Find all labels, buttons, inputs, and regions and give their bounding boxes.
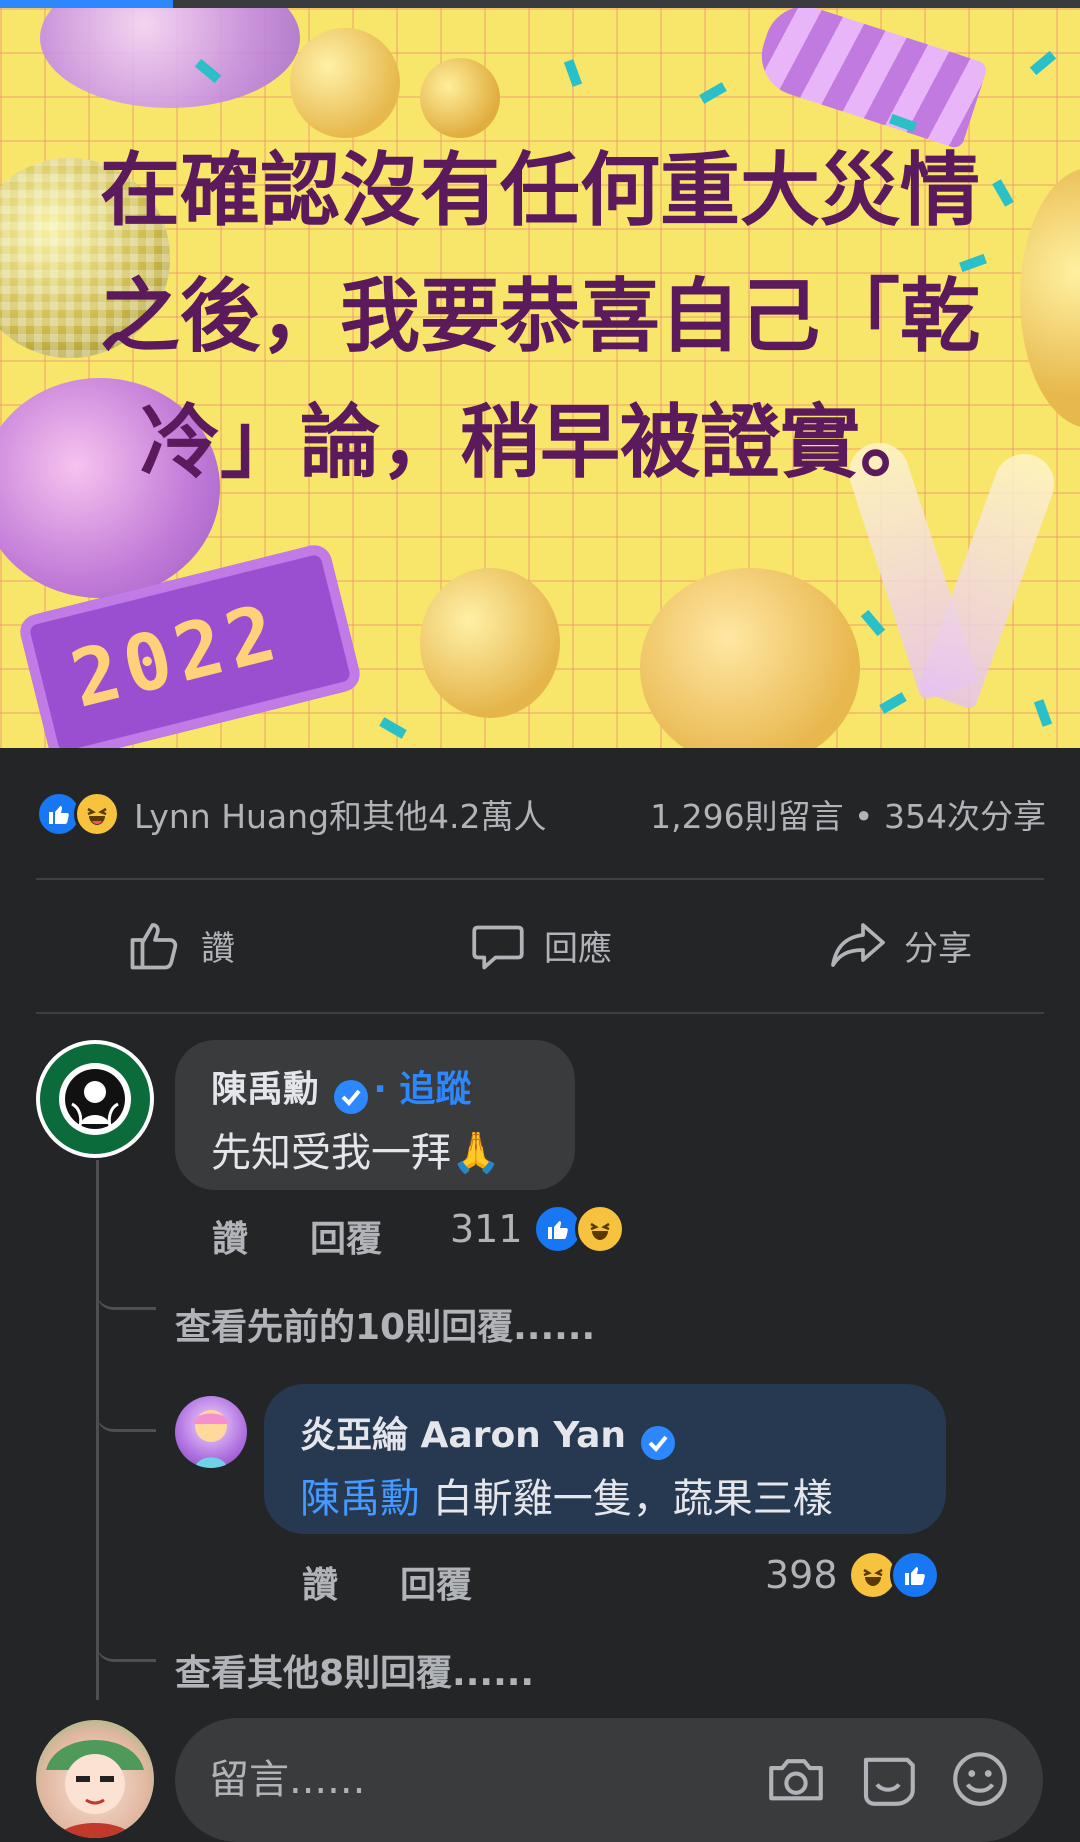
comment-reactions[interactable]: 311 [450,1204,625,1254]
mention-link[interactable]: 陳禹勳 [300,1476,420,1522]
avatar-character-icon [193,1410,229,1468]
image-caption-text: 在確認沒有任何重大災情之後，我要恭喜自己「乾冷」論，稍早被證實。 [100,144,980,489]
verified-icon [334,1079,369,1114]
comment-label: 回應 [544,928,612,969]
replier-avatar[interactable] [175,1396,247,1468]
share-button[interactable]: 分享 [720,880,1080,1010]
like-button[interactable]: 讚 [0,880,360,1010]
reply-like-link[interactable]: 讚 [302,1556,338,1608]
loading-progress [0,0,173,8]
comment-reply-link[interactable]: 回覆 [310,1210,382,1262]
current-user-avatar[interactable] [36,1720,154,1838]
reactor-names[interactable]: Lynn Huang和其他4.2萬人 [134,790,547,838]
comment-input[interactable] [209,1748,669,1812]
like-reaction-icon [889,1550,940,1600]
reply-reactions[interactable]: 398 [765,1550,940,1600]
comment-icon [472,925,524,970]
comment-author[interactable]: 陳禹勳 [211,1069,319,1110]
share-icon [831,923,885,967]
reaction-count: 311 [450,1207,523,1251]
gif-sticker-icon[interactable] [855,1746,921,1812]
thread-branch [96,1270,156,1310]
share-label: 分享 [904,928,972,969]
thread-line [96,1160,99,1700]
comment-composer[interactable] [175,1718,1043,1842]
reply-author[interactable]: 炎亞綸 Aaron Yan [300,1415,626,1456]
starducks-logo-icon [59,1063,131,1135]
view-previous-replies[interactable]: 查看先前的10則回覆...... [175,1298,595,1350]
post-image[interactable]: 2022 在確認沒有任何重大災情之後，我要恭喜自己「乾冷」論，稍早被證實。 [0,8,1080,748]
post-action-bar: 讚 回應 分享 [0,880,1080,1010]
verified-icon [641,1425,676,1460]
haha-reaction-icon [74,791,120,837]
clock-digits: 2022 [62,587,291,726]
thread-branch [96,1390,156,1432]
comment-bubble[interactable]: 陳禹勳 · 追蹤 先知受我一拜🙏 [175,1040,575,1190]
comment-like-link[interactable]: 讚 [212,1210,248,1262]
view-more-replies[interactable]: 查看其他8則回覆...... [175,1644,534,1696]
reaction-summary[interactable]: Lynn Huang和其他4.2萬人 1,296則留言 • 354次分享 [36,790,1046,838]
thread-branch [96,1620,156,1662]
comment-text: 先知受我一拜🙏 [211,1130,501,1176]
like-label: 讚 [201,928,235,969]
camera-icon[interactable] [763,1746,829,1812]
reply-reply-link[interactable]: 回覆 [400,1556,472,1608]
follow-link[interactable]: · 追蹤 [373,1069,471,1110]
comment-button[interactable]: 回應 [360,880,720,1010]
reply-text: 白斬雞一隻，蔬果三樣 [432,1476,833,1522]
loading-bar [0,0,1080,8]
divider [36,1012,1044,1014]
commenter-avatar[interactable] [36,1040,154,1158]
comment-share-counts[interactable]: 1,296則留言 • 354次分享 [650,790,1046,838]
haha-reaction-icon [574,1204,625,1254]
reply-bubble[interactable]: 炎亞綸 Aaron Yan 陳禹勳 白斬雞一隻，蔬果三樣 [264,1384,946,1534]
thumbs-up-icon [130,923,178,970]
reaction-count: 398 [765,1553,838,1597]
anime-avatar-icon [46,1740,144,1838]
emoji-icon[interactable] [947,1746,1013,1812]
